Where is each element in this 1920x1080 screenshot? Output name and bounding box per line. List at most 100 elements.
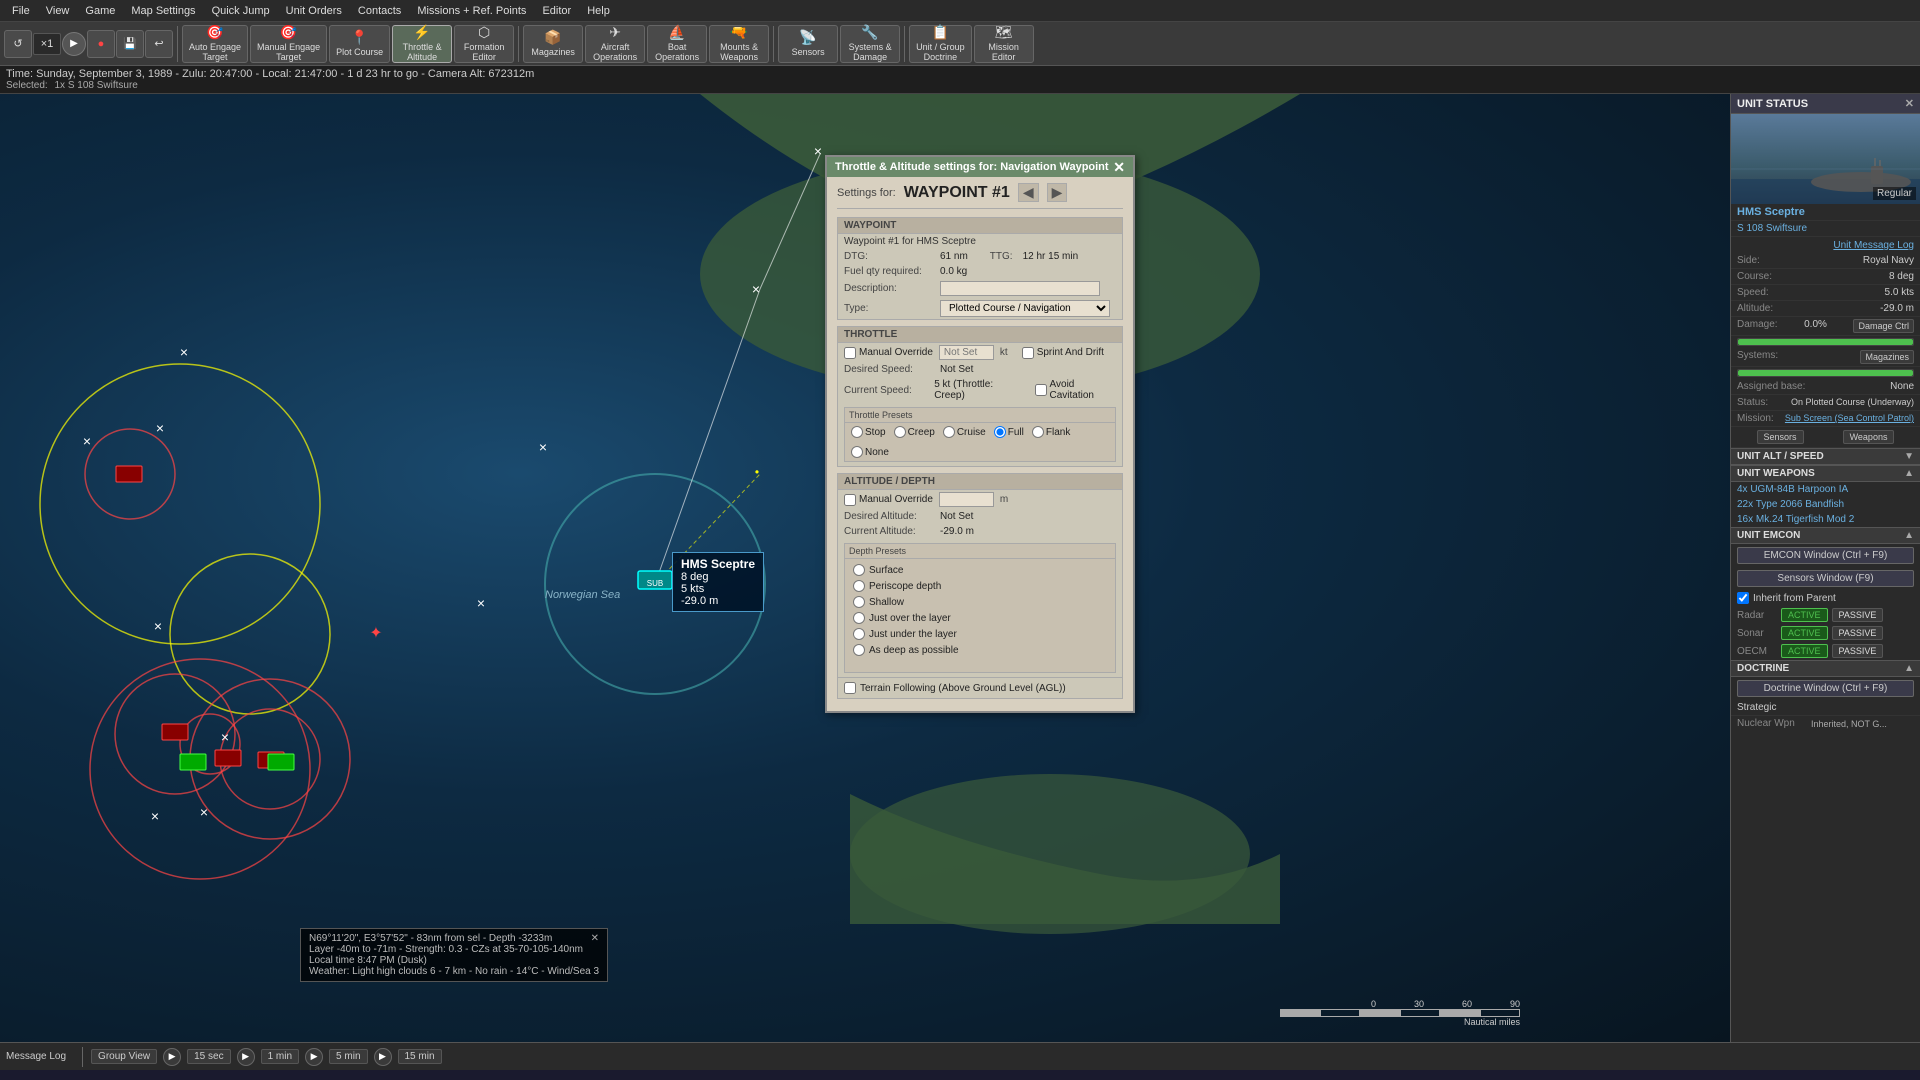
sensors-panel-button[interactable]: Sensors bbox=[1757, 430, 1804, 444]
menu-game[interactable]: Game bbox=[77, 0, 123, 21]
menu-help[interactable]: Help bbox=[579, 0, 618, 21]
time-play-button-2[interactable]: ▶ bbox=[237, 1048, 255, 1066]
auto-engage-button[interactable]: 🎯 Auto Engage Target bbox=[182, 25, 248, 63]
sensors-button[interactable]: 📡 Sensors bbox=[778, 25, 838, 63]
save-button[interactable]: 💾 bbox=[116, 30, 144, 58]
menu-contacts[interactable]: Contacts bbox=[350, 0, 409, 21]
sprint-drift-checkbox[interactable] bbox=[1022, 347, 1034, 359]
time-15sec-button[interactable]: 15 sec bbox=[187, 1049, 230, 1064]
alt-speed-section[interactable]: UNIT ALT / SPEED ▼ bbox=[1731, 448, 1920, 465]
sonar-passive-button[interactable]: PASSIVE bbox=[1832, 626, 1884, 640]
preset-full-radio[interactable] bbox=[994, 426, 1006, 438]
sprint-drift-check: Sprint And Drift bbox=[1022, 347, 1104, 359]
depth-under-layer-radio[interactable] bbox=[853, 628, 865, 640]
depth-deep-radio[interactable] bbox=[853, 644, 865, 656]
preset-creep-radio[interactable] bbox=[894, 426, 906, 438]
emcon-window-button[interactable]: EMCON Window (Ctrl + F9) bbox=[1737, 547, 1914, 564]
time-1min-button[interactable]: 1 min bbox=[261, 1049, 299, 1064]
record-button[interactable]: ● bbox=[87, 30, 115, 58]
time-play-button-4[interactable]: ▶ bbox=[374, 1048, 392, 1066]
aircraft-ops-button[interactable]: ✈ Aircraft Operations bbox=[585, 25, 645, 63]
time-15min-button[interactable]: 15 min bbox=[398, 1049, 442, 1064]
formation-editor-button[interactable]: ⬡ Formation Editor bbox=[454, 25, 514, 63]
undo-button[interactable]: ↩ bbox=[145, 30, 173, 58]
throttle-manual-row: Manual Override kt Sprint And Drift bbox=[838, 343, 1122, 362]
menu-editor[interactable]: Editor bbox=[534, 0, 579, 21]
coord-line3: Local time 8:47 PM (Dusk) bbox=[309, 955, 599, 966]
weapons-panel-button[interactable]: Weapons bbox=[1843, 430, 1895, 444]
preset-cruise-radio[interactable] bbox=[943, 426, 955, 438]
weapon-bandfish[interactable]: 22x Type 2066 Bandfish bbox=[1731, 497, 1920, 512]
time-5min-button[interactable]: 5 min bbox=[329, 1049, 367, 1064]
manual-engage-icon: 🎯 bbox=[280, 24, 297, 41]
radar-active-button[interactable]: ACTIVE bbox=[1781, 608, 1828, 622]
depth-surface-radio[interactable] bbox=[853, 564, 865, 576]
systems-damage-button[interactable]: 🔧 Systems & Damage bbox=[840, 25, 900, 63]
menu-unit-orders[interactable]: Unit Orders bbox=[278, 0, 350, 21]
oecm-passive-button[interactable]: PASSIVE bbox=[1832, 644, 1884, 658]
depth-over-layer-radio[interactable] bbox=[853, 612, 865, 624]
dialog-close-button[interactable]: ✕ bbox=[1113, 160, 1125, 174]
time-play-button[interactable]: ▶ bbox=[163, 1048, 181, 1066]
throttle-section-title: THROTTLE bbox=[838, 327, 1122, 343]
magazines-button[interactable]: 📦 Magazines bbox=[523, 25, 583, 63]
menu-quick-jump[interactable]: Quick Jump bbox=[204, 0, 278, 21]
alt-override-input[interactable] bbox=[939, 492, 994, 507]
weapons-section-header[interactable]: UNIT WEAPONS ▲ bbox=[1731, 465, 1920, 482]
alt-manual-checkbox[interactable] bbox=[844, 494, 856, 506]
sensors-window-button[interactable]: Sensors Window (F9) bbox=[1737, 570, 1914, 587]
desired-speed-row: Desired Speed: Not Set bbox=[838, 362, 1122, 377]
emcon-section[interactable]: UNIT EMCON ▲ bbox=[1731, 527, 1920, 544]
type-select[interactable]: Plotted Course / Navigation bbox=[940, 300, 1110, 317]
mission-editor-button[interactable]: 🗺 Mission Editor bbox=[974, 25, 1034, 63]
rewind-button[interactable]: ↺ bbox=[4, 30, 32, 58]
speed-override-input[interactable] bbox=[939, 345, 994, 360]
damage-ctrl-button[interactable]: Damage Ctrl bbox=[1853, 319, 1914, 333]
sonar-active-button[interactable]: ACTIVE bbox=[1781, 626, 1828, 640]
depth-shallow-radio[interactable] bbox=[853, 596, 865, 608]
time-play-button-3[interactable]: ▶ bbox=[305, 1048, 323, 1066]
inherit-checkbox[interactable] bbox=[1737, 592, 1749, 604]
doctrine-section[interactable]: DOCTRINE ▲ bbox=[1731, 660, 1920, 677]
throttle-altitude-button[interactable]: ⚡ Throttle & Altitude bbox=[392, 25, 452, 63]
menu-map-settings[interactable]: Map Settings bbox=[123, 0, 203, 21]
radar-passive-button[interactable]: PASSIVE bbox=[1832, 608, 1884, 622]
emcon-toggle: ▲ bbox=[1904, 530, 1914, 541]
coord-line1: N69°11'20", E3°57'52" - 83nm from sel - … bbox=[309, 933, 599, 944]
magazines-panel-button[interactable]: Magazines bbox=[1860, 350, 1914, 364]
depth-surface: Surface bbox=[853, 562, 1107, 578]
play-button[interactable]: ▶ bbox=[62, 32, 86, 56]
depth-periscope-radio[interactable] bbox=[853, 580, 865, 592]
menu-missions[interactable]: Missions + Ref. Points bbox=[409, 0, 534, 21]
manual-override-checkbox[interactable] bbox=[844, 347, 856, 359]
plot-course-button[interactable]: 📍 Plot Course bbox=[329, 25, 390, 63]
unit-status-close[interactable]: ✕ bbox=[1905, 97, 1914, 110]
group-view-button[interactable]: Group View bbox=[91, 1049, 157, 1064]
menu-view[interactable]: View bbox=[38, 0, 78, 21]
waypoint-prev-button[interactable]: ◀ bbox=[1018, 183, 1039, 202]
status-value: On Plotted Course (Underway) bbox=[1791, 397, 1914, 408]
doctrine-window-button[interactable]: Doctrine Window (Ctrl + F9) bbox=[1737, 680, 1914, 697]
terrain-checkbox[interactable] bbox=[844, 682, 856, 694]
speed-row: Speed: 5.0 kts bbox=[1731, 285, 1920, 301]
preset-flank-radio[interactable] bbox=[1032, 426, 1044, 438]
oecm-active-button[interactable]: ACTIVE bbox=[1781, 644, 1828, 658]
preset-stop-radio[interactable] bbox=[851, 426, 863, 438]
desc-input[interactable] bbox=[940, 281, 1100, 296]
coord-close-button[interactable]: ✕ bbox=[591, 933, 599, 944]
toolbar-separator-4 bbox=[904, 26, 905, 62]
unit-message-log[interactable]: Unit Message Log bbox=[1737, 239, 1914, 251]
waypoint-next-button[interactable]: ▶ bbox=[1047, 183, 1068, 202]
mounts-weapons-button[interactable]: 🔫 Mounts & Weapons bbox=[709, 25, 769, 63]
desired-alt-label: Desired Altitude: bbox=[844, 511, 934, 522]
mission-value[interactable]: Sub Screen (Sea Control Patrol) bbox=[1785, 413, 1914, 424]
manual-engage-button[interactable]: 🎯 Manual Engage Target bbox=[250, 25, 327, 63]
boat-ops-button[interactable]: ⛵ Boat Operations bbox=[647, 25, 707, 63]
weapon-tigerfish[interactable]: 16x Mk.24 Tigerfish Mod 2 bbox=[1731, 512, 1920, 527]
sensor-weapon-row: Sensors Weapons bbox=[1731, 427, 1920, 448]
unit-doctrine-button[interactable]: 📋 Unit / Group Doctrine bbox=[909, 25, 972, 63]
avoid-cavitation-checkbox[interactable] bbox=[1035, 384, 1047, 396]
preset-none-radio[interactable] bbox=[851, 446, 863, 458]
weapon-harpoon[interactable]: 4x UGM-84B Harpoon IA bbox=[1731, 482, 1920, 497]
menu-file[interactable]: File bbox=[4, 0, 38, 21]
